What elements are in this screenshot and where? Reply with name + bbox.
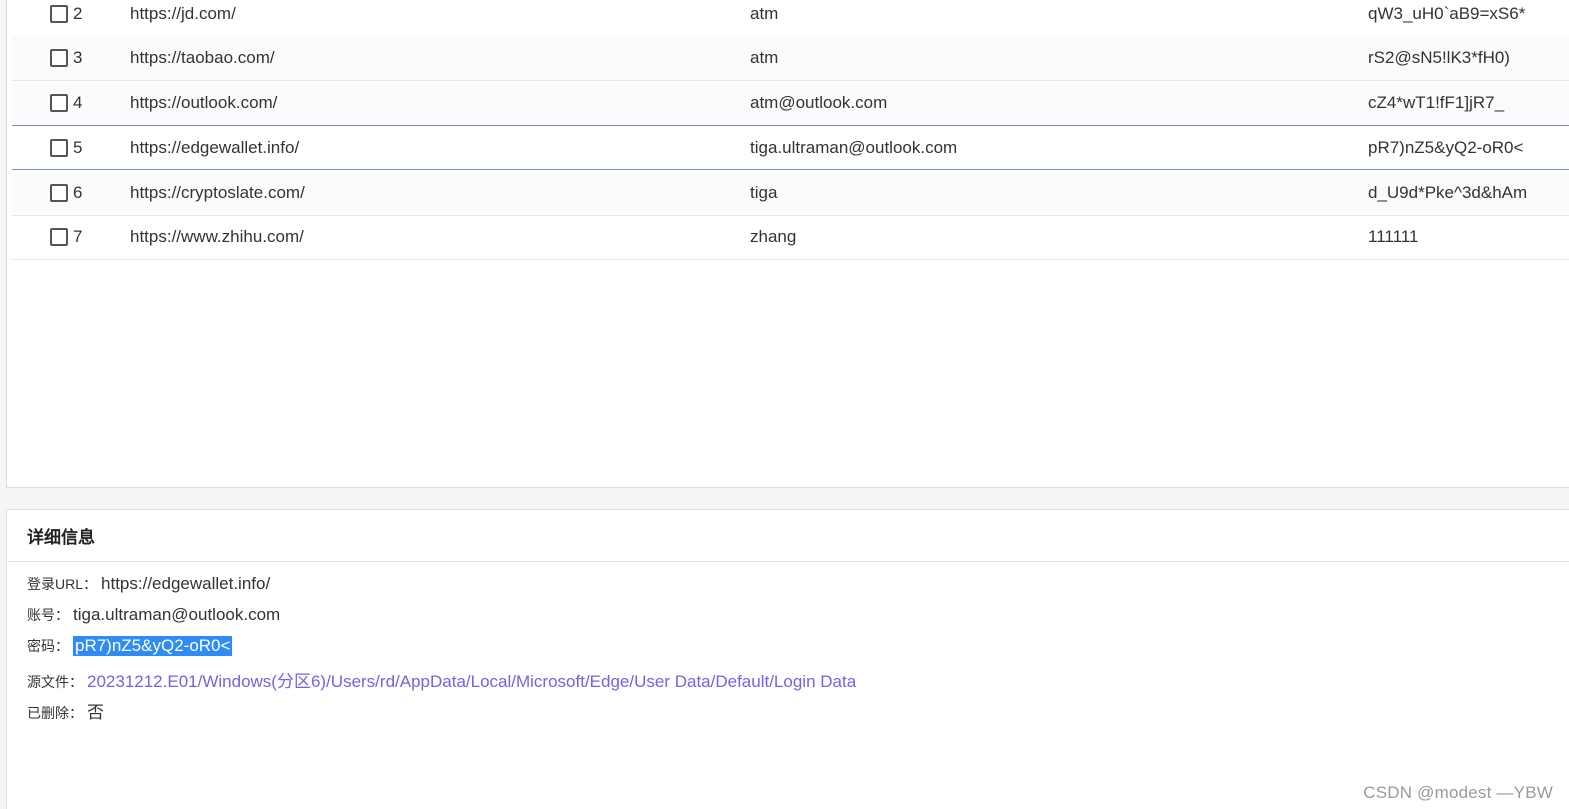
row-url: https://jd.com/ bbox=[130, 4, 236, 23]
account-field: 账号： tiga.ultraman@outlook.com bbox=[27, 605, 280, 625]
password-table: 2 https://jd.com/ atm qW3_uH0`aB9=xS6* 3… bbox=[6, 0, 1569, 488]
detail-header: 详细信息 bbox=[7, 510, 1569, 562]
row-index: 3 bbox=[73, 48, 83, 67]
row-url: https://www.zhihu.com/ bbox=[130, 227, 304, 246]
account-label: 账号： bbox=[27, 607, 69, 623]
table-row[interactable]: 2 https://jd.com/ atm qW3_uH0`aB9=xS6* bbox=[12, 0, 1569, 37]
source-file-field: 源文件： 20231212.E01/Windows(分区6)/Users/rd/… bbox=[27, 667, 856, 692]
password-field: 密码： pR7)nZ5&yQ2-oR0< bbox=[27, 636, 233, 656]
row-account: zhang bbox=[750, 227, 797, 246]
login-url-label: 登录URL： bbox=[27, 576, 98, 592]
row-index: 2 bbox=[73, 4, 83, 23]
source-file-link[interactable]: 20231212.E01/Windows(分区6)/Users/rd/AppDa… bbox=[87, 667, 856, 692]
row-password: 111111 bbox=[1368, 227, 1419, 246]
row-account: tiga.ultraman@outlook.com bbox=[750, 137, 958, 157]
login-url-field: 登录URL： https://edgewallet.info/ bbox=[27, 574, 270, 594]
row-password: cZ4*wT1!fF1]jR7_ bbox=[1368, 93, 1505, 112]
row-account: atm bbox=[750, 48, 779, 67]
login-url-value[interactable]: https://edgewallet.info/ bbox=[101, 574, 270, 594]
table-row[interactable]: 3 https://taobao.com/ atm rS2@sN5!lK3*fH… bbox=[12, 36, 1569, 81]
source-file-label: 源文件： bbox=[27, 674, 83, 690]
row-index: 4 bbox=[73, 93, 83, 112]
deleted-value: 否 bbox=[87, 703, 104, 722]
table-row[interactable]: 6 https://cryptoslate.com/ tiga d_U9d*Pk… bbox=[12, 171, 1569, 216]
row-password: rS2@sN5!lK3*fH0) bbox=[1368, 48, 1510, 67]
deleted-field: 已删除： 否 bbox=[27, 698, 104, 723]
row-url: https://outlook.com/ bbox=[130, 93, 278, 112]
row-url: https://cryptoslate.com/ bbox=[130, 183, 305, 202]
deleted-label: 已删除： bbox=[27, 705, 83, 721]
table-row[interactable]: 4 https://outlook.com/ atm@outlook.com c… bbox=[12, 81, 1569, 126]
row-password: qW3_uH0`aB9=xS6* bbox=[1368, 4, 1526, 23]
account-value[interactable]: tiga.ultraman@outlook.com bbox=[73, 605, 280, 625]
password-label: 密码： bbox=[27, 638, 69, 654]
row-checkbox[interactable] bbox=[50, 49, 68, 67]
row-index: 7 bbox=[73, 227, 83, 246]
row-index: 6 bbox=[73, 183, 83, 202]
detail-title: 详细信息 bbox=[27, 528, 95, 547]
row-checkbox[interactable] bbox=[50, 5, 68, 23]
row-index: 5 bbox=[73, 137, 83, 157]
row-password: pR7)nZ5&yQ2-oR0< bbox=[1368, 137, 1524, 157]
row-account: atm bbox=[750, 4, 779, 23]
row-checkbox[interactable] bbox=[50, 139, 68, 157]
row-account: atm@outlook.com bbox=[750, 93, 888, 112]
table-row[interactable]: 7 https://www.zhihu.com/ zhang 111111 bbox=[12, 215, 1569, 260]
row-checkbox[interactable] bbox=[50, 184, 68, 202]
row-account: tiga bbox=[750, 183, 778, 202]
row-url: https://edgewallet.info/ bbox=[130, 137, 300, 157]
detail-panel: 详细信息 登录URL： https://edgewallet.info/ 账号：… bbox=[6, 509, 1569, 809]
table-row-selected[interactable]: 5 https://edgewallet.info/ tiga.ultraman… bbox=[12, 125, 1569, 170]
password-value[interactable]: pR7)nZ5&yQ2-oR0< bbox=[73, 636, 233, 656]
row-url: https://taobao.com/ bbox=[130, 48, 275, 67]
row-checkbox[interactable] bbox=[50, 94, 68, 112]
row-password: d_U9d*Pke^3d&hAm bbox=[1368, 183, 1528, 202]
watermark: CSDN @modest —YBW bbox=[1363, 783, 1553, 802]
row-checkbox[interactable] bbox=[50, 228, 68, 246]
